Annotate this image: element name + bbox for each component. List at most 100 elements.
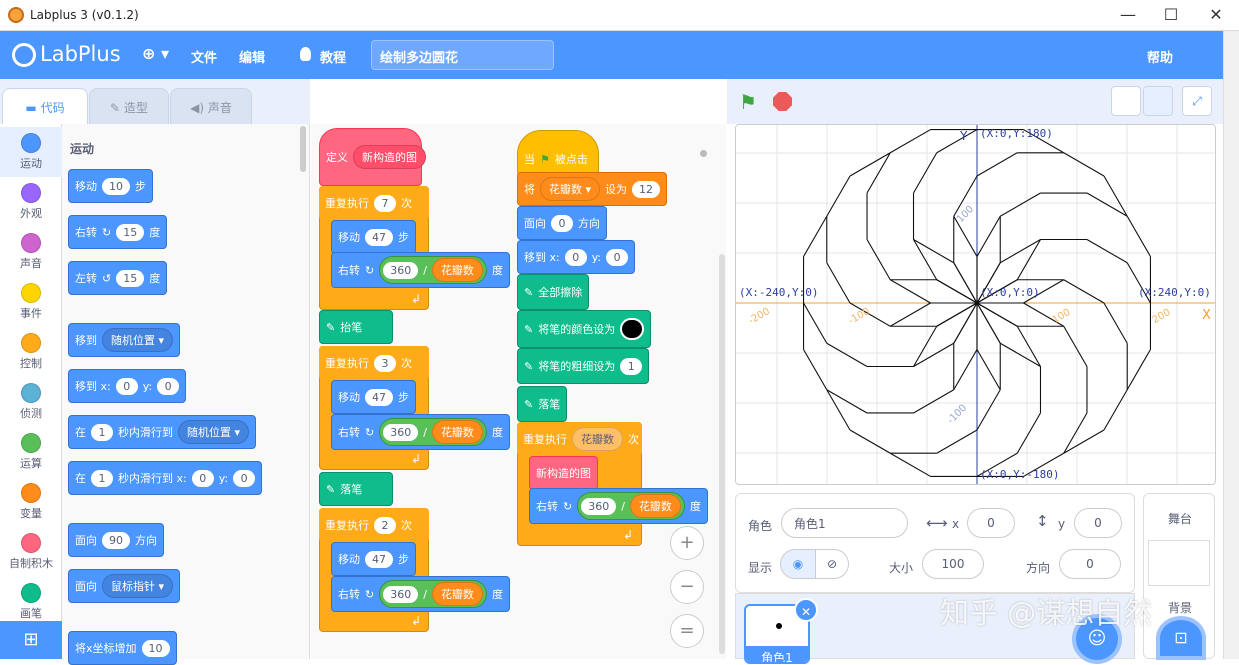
- block-glide-xy[interactable]: 在 1 秒内滑行到 x: 0 y: 0: [68, 461, 263, 495]
- zoom-in-button[interactable]: +: [670, 526, 704, 560]
- category-4[interactable]: 控制: [0, 327, 62, 377]
- block-point-toward[interactable]: 面向 鼠标指针 ▾: [68, 569, 181, 603]
- repeat-header-3[interactable]: 重复执行 2 次: [319, 508, 429, 542]
- block-point-direction-2[interactable]: 面向 0 方向: [517, 206, 607, 240]
- loop-arrow-icon: ↲: [411, 614, 422, 628]
- stage-select-panel[interactable]: 舞台 背景 ⊡: [1143, 493, 1215, 660]
- coord-center: (X:0,Y:0): [980, 286, 1040, 299]
- block-move[interactable]: 移动 10 步: [68, 169, 153, 203]
- loop-arrow-icon: ↲: [411, 292, 422, 306]
- block-set-variable[interactable]: 将花瓣数 ▾ 设为 12: [517, 172, 668, 206]
- normal-stage-button[interactable]: [1143, 86, 1173, 116]
- hide-button[interactable]: ⊘: [815, 549, 849, 579]
- y-field[interactable]: 0: [1074, 508, 1122, 538]
- block-move-2[interactable]: 移动 47 步: [331, 380, 416, 414]
- tab-sound[interactable]: ◀) 声音: [170, 88, 252, 124]
- category-0[interactable]: 运动: [0, 127, 62, 177]
- stop-icon[interactable]: [773, 92, 792, 111]
- zoom-out-button[interactable]: −: [670, 570, 704, 604]
- block-set-pen-size[interactable]: ✎ 将笔的粗细设为 1: [517, 348, 650, 384]
- repeat-header-2[interactable]: 重复执行 3 次: [319, 346, 429, 380]
- menu-help[interactable]: 帮助: [1147, 47, 1173, 66]
- backdrop-label: 背景: [1167, 601, 1192, 615]
- block-turn-3[interactable]: 右转 ↻ 360/花瓣数度: [331, 576, 510, 612]
- block-turn-right[interactable]: 右转 ↻ 15 度: [68, 215, 168, 249]
- show-visible-button[interactable]: ◉: [780, 549, 816, 579]
- block-goto-xy-2[interactable]: 移到 x: 0 y: 0: [517, 240, 636, 274]
- category-8[interactable]: 自制积木: [0, 527, 62, 577]
- sprite-name-field[interactable]: 角色1: [781, 508, 908, 538]
- category-9[interactable]: 画笔: [0, 577, 62, 627]
- block-turn-left[interactable]: 左转 ↺ 15 度: [68, 261, 168, 295]
- block-call-custom[interactable]: 新构造的图: [529, 456, 598, 490]
- coord-left: (X:-240,Y:0): [739, 286, 819, 299]
- extension-button[interactable]: ⊞: [0, 621, 62, 659]
- block-goto-xy[interactable]: 移到 x: 0 y: 0: [68, 369, 187, 403]
- block-pen-down[interactable]: ✎ 落笔: [319, 472, 393, 506]
- project-title-input[interactable]: 绘制多边圆花: [371, 40, 554, 70]
- fullscreen-button[interactable]: ⤢: [1182, 86, 1212, 116]
- window-title: Labplus 3 (v0.1.2): [30, 8, 139, 22]
- green-flag-icon[interactable]: ⚑: [739, 90, 757, 114]
- menu-file[interactable]: 文件: [191, 47, 217, 66]
- category-dot: [21, 283, 41, 303]
- palette-scrollbar[interactable]: [300, 126, 306, 172]
- bulb-icon: [300, 47, 311, 61]
- repeat-header-1[interactable]: 重复执行 7 次: [319, 186, 429, 220]
- delete-sprite-icon[interactable]: ✕: [794, 598, 818, 622]
- block-point-direction[interactable]: 面向 90 方向: [68, 523, 164, 557]
- tab-code[interactable]: ▬ 代码: [2, 88, 88, 124]
- block-pen-down-2[interactable]: ✎ 落笔: [517, 386, 568, 422]
- category-5[interactable]: 侦测: [0, 377, 62, 427]
- coord-bottom: (X:0,Y:-180): [980, 468, 1060, 481]
- menu-edit[interactable]: 编辑: [239, 47, 265, 66]
- block-define[interactable]: 定义 新构造的图: [319, 128, 426, 186]
- code-workspace[interactable]: 定义 新构造的图 重复执行 7 次 移动 47 步 右转 ↻ 360/花瓣数度 ↲ ✎ 抬笔 重…: [311, 124, 726, 659]
- block-pen-up[interactable]: ✎ 抬笔: [319, 310, 393, 344]
- block-goto[interactable]: 移到 随机位置 ▾: [68, 323, 181, 357]
- logo-text: LabPlus: [40, 42, 121, 66]
- tab-code-label: 代码: [40, 101, 65, 115]
- direction-field[interactable]: 0: [1059, 549, 1121, 579]
- y-arrows-icon: ↕: [1036, 512, 1049, 530]
- menu-tutorial[interactable]: 教程: [320, 47, 346, 66]
- workspace-scrollbar[interactable]: [719, 254, 725, 654]
- x-arrows-icon: ⟷: [926, 514, 948, 532]
- window-scrollbar[interactable]: [1223, 31, 1239, 659]
- block-turn-2[interactable]: 右转 ↻ 360/花瓣数度: [331, 414, 510, 450]
- category-1[interactable]: 外观: [0, 177, 62, 227]
- add-backdrop-button[interactable]: ⊡: [1156, 616, 1206, 660]
- stage-canvas[interactable]: Y X (X:0,Y:180) (X:0,Y:-180) (X:-240,Y:0…: [735, 124, 1216, 485]
- block-turn-1[interactable]: 右转 ↻ 360/花瓣数度: [331, 252, 510, 288]
- size-field[interactable]: 100: [922, 549, 984, 579]
- block-when-flag-clicked[interactable]: 当 ⚑ 被点击: [517, 130, 599, 176]
- tab-costume[interactable]: ✎ 造型: [89, 88, 169, 124]
- block-glide[interactable]: 在 1 秒内滑行到 随机位置 ▾: [68, 415, 257, 449]
- x-label: x: [952, 517, 960, 531]
- x-field[interactable]: 0: [967, 508, 1015, 538]
- block-set-pen-color[interactable]: ✎ 将笔的颜色设为: [517, 310, 652, 348]
- category-dot: [21, 383, 41, 403]
- block-change-x[interactable]: 将x坐标增加 10: [68, 631, 177, 665]
- category-6[interactable]: 运算: [0, 427, 62, 477]
- language-menu[interactable]: ⊕ ▾: [142, 44, 169, 63]
- show-label: 显示: [748, 561, 773, 575]
- block-turn-4[interactable]: 右转 ↻ 360/花瓣数度: [529, 488, 708, 524]
- tab-costume-label: 造型: [123, 101, 148, 115]
- window-titlebar: Labplus 3 (v0.1.2) — ☐ ✕: [0, 0, 1239, 31]
- repeat-header-4[interactable]: 重复执行 花瓣数次: [517, 422, 642, 456]
- zoom-reset-button[interactable]: =: [670, 614, 704, 648]
- category-label: 自制积木: [9, 557, 53, 570]
- category-7[interactable]: 变量: [0, 477, 62, 527]
- close-button[interactable]: ✕: [1196, 4, 1236, 26]
- block-move-3[interactable]: 移动 47 步: [331, 542, 416, 576]
- block-move-1[interactable]: 移动 47 步: [331, 220, 416, 254]
- stage-thumbnail[interactable]: [1148, 540, 1210, 586]
- category-3[interactable]: 事件: [0, 277, 62, 327]
- rotate-right-icon: ↻: [365, 425, 375, 439]
- small-stage-button[interactable]: [1111, 86, 1141, 116]
- minimize-button[interactable]: —: [1108, 4, 1148, 26]
- block-clear[interactable]: ✎ 全部擦除: [517, 274, 590, 310]
- maximize-button[interactable]: ☐: [1151, 4, 1191, 26]
- category-2[interactable]: 声音: [0, 227, 62, 277]
